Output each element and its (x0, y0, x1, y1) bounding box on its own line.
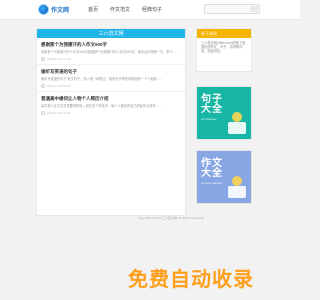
nav-item-essays[interactable]: 作文范文 (110, 6, 130, 13)
promo-sub: zuowen daquan (201, 181, 223, 185)
list-item[interactable]: 偷听写英语的句子 偷听写英语的句子 英文句子，是人类一种表达，英语句子有的时候如… (37, 65, 185, 92)
logo-text: 作文网 (51, 8, 70, 14)
side-header: 关于本网 (197, 29, 251, 38)
top-navbar: 作文网 首页 作文范文 经典句子 (0, 0, 300, 20)
article-title[interactable]: 感谢那个为我擦汗的人作文600字 (41, 42, 181, 48)
article-date: 2024-01-06 14:11 (47, 111, 71, 115)
sun-icon (232, 112, 242, 122)
footer-text: Copyright © 2024 三六范文网 All Rights Reserv… (137, 216, 205, 220)
promo-banner-essays[interactable]: 作文 大全 zuowen daquan (196, 150, 252, 204)
article-excerpt: 高中是人生中至关重要的阶段，而在这个阶段中，每个人都会有自己的经历与故事…… (41, 104, 163, 108)
clock-icon (41, 111, 45, 115)
side-text: 三六范文网(36fw.com)收集了各类优质作文、句子、诗词等内容，欢迎浏览。 (201, 41, 246, 54)
logo-icon (38, 4, 49, 15)
article-date: 2024-01-06 09:32 (47, 84, 71, 88)
site-logo[interactable]: 作文网 (38, 4, 69, 15)
watermark-text: 免费自动收录 (128, 269, 254, 291)
side-about-panel: 关于本网 三六范文网(36fw.com)收集了各类优质作文、句子、诗词等内容，欢… (196, 28, 252, 72)
article-title[interactable]: 偷听写英语的句子 (41, 69, 181, 75)
list-item[interactable]: 普通高中缘何让人物个人简历介绍 高中是人生中至关重要的阶段，而在这个阶段中，每个… (37, 92, 185, 118)
book-icon (228, 122, 246, 134)
promo-sub: juzi daquan (201, 117, 217, 121)
article-title[interactable]: 普通高中缘何让人物个人简历介绍 (41, 96, 181, 102)
clock-icon (41, 57, 45, 61)
main-nav: 首页 作文范文 经典句子 (88, 6, 162, 13)
search-icon[interactable] (250, 6, 258, 12)
promo-title: 句子 大全 (201, 94, 223, 115)
book-icon (228, 186, 246, 198)
promo-title: 作文 大全 (201, 158, 223, 179)
promo-banner-sentences[interactable]: 句子 大全 juzi daquan (196, 86, 252, 140)
article-date: 2024-01-05 17:46 (47, 57, 71, 61)
article-excerpt: 感谢那个为我擦汗的人作文600字感谢那个为我擦汗的人作文600字，我永远记得那一… (41, 50, 180, 54)
article-meta: 2024-01-06 14:11 (41, 111, 181, 115)
sun-icon (232, 176, 242, 186)
article-excerpt: 偷听写英语的句子 英文句子，是人类一种表达，英语句子有的时候如同一个个画面…… (41, 77, 164, 81)
search-input[interactable] (204, 4, 260, 14)
article-list-panel: 三六范文网 感谢那个为我擦汗的人作文600字 感谢那个为我擦汗的人作文600字感… (36, 28, 186, 216)
article-meta: 2024-01-05 17:46 (41, 57, 181, 61)
article-meta: 2024-01-06 09:32 (41, 84, 181, 88)
nav-item-sentences[interactable]: 经典句子 (142, 6, 162, 13)
nav-item-home[interactable]: 首页 (88, 6, 98, 13)
clock-icon (41, 84, 45, 88)
panel-header: 三六范文网 (37, 29, 185, 38)
list-item[interactable]: 感谢那个为我擦汗的人作文600字 感谢那个为我擦汗的人作文600字感谢那个为我擦… (37, 38, 185, 65)
